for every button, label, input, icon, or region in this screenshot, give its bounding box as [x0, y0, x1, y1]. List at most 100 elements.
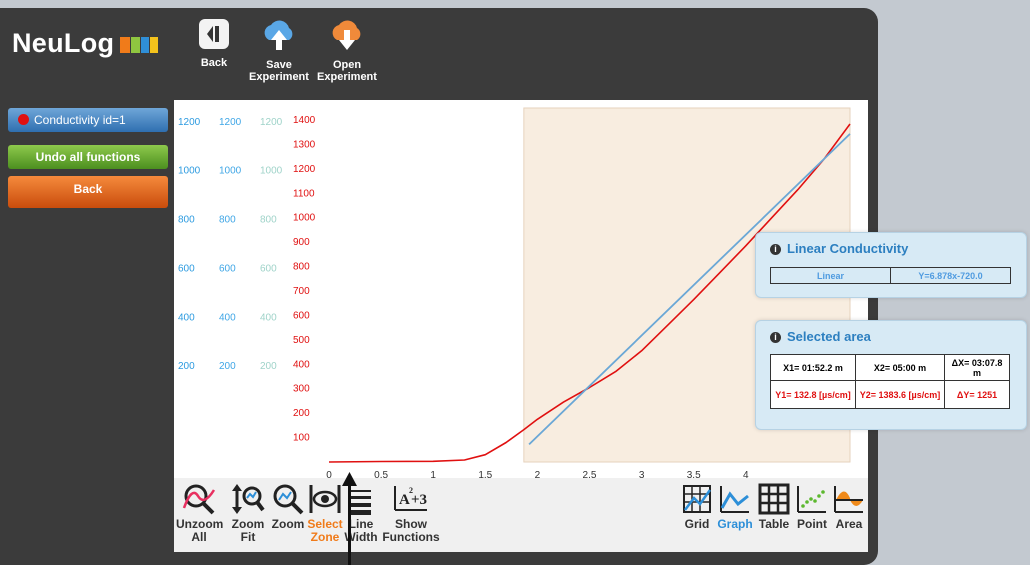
y-axis-blue-tick: 600 [178, 263, 195, 274]
fit-type-cell: Linear [770, 267, 891, 284]
area-button[interactable]: Area [832, 482, 866, 531]
point-label: Point [797, 517, 827, 531]
y-axis-green-tick: 400 [260, 312, 277, 323]
dy-cell: ΔY= 1251 [944, 380, 1010, 409]
cloud-download-icon [332, 20, 361, 50]
y-axis-red-tick: 600 [293, 310, 310, 321]
neulog-logo: NeuLog [12, 28, 159, 62]
y-axis-blue2-tick: 1200 [219, 117, 242, 128]
functions-icon: A2+3 [394, 486, 427, 511]
selected-box-title-text: Selected area [787, 329, 871, 344]
open-experiment-label: Open Experiment [317, 59, 377, 83]
unzoom-all-label: Unzoom All [176, 517, 224, 544]
sensor-label: Conductivity id=1 [34, 113, 126, 127]
sidebar-back-button[interactable]: Back [8, 176, 168, 208]
y-axis-green-tick: 1200 [260, 117, 283, 128]
dx-cell: ΔX= 03:07.8 m [944, 354, 1010, 381]
undo-label: Undo all functions [35, 150, 141, 164]
zoom-fit-button[interactable]: Zoom Fit [226, 482, 270, 544]
y-axis-red-tick: 400 [293, 359, 310, 370]
table-label: Table [758, 517, 790, 531]
fit-equation-cell: Y=6.878x-720.0 [890, 267, 1011, 284]
unzoom-all-icon [182, 484, 216, 515]
undo-all-functions-button[interactable]: Undo all functions [8, 145, 168, 169]
cloud-upload-icon [264, 20, 293, 50]
y-axis-red-tick: 700 [293, 286, 310, 297]
selected-area-table: X1= 01:52.2 m X2= 05:00 m ΔX= 03:07.8 m … [770, 354, 1010, 409]
y1-cell: Y1= 132.8 [µs/cm] [770, 380, 856, 409]
zoom-fit-icon [232, 484, 265, 514]
open-experiment-button[interactable]: Open Experiment [317, 18, 377, 83]
sensor-conductivity-button[interactable]: Conductivity id=1 [8, 108, 168, 132]
y-axis-red-tick: 200 [293, 408, 310, 419]
grid-label: Grid [684, 517, 710, 531]
linear-fit-table: Linear Y=6.878x-720.0 [770, 267, 1011, 284]
point-button[interactable]: Point [792, 482, 832, 531]
y-axis-red-tick: 1100 [293, 188, 315, 199]
save-experiment-button[interactable]: Save Experiment [247, 18, 311, 83]
zoom-button[interactable]: Zoom [270, 482, 306, 531]
y-axis-red-tick: 1400 [293, 115, 316, 126]
y-axis-blue-tick: 1000 [178, 166, 201, 177]
cursor-marker [348, 480, 351, 565]
y-axis-green-tick: 600 [260, 263, 277, 274]
y2-cell: Y2= 1383.6 [µs/cm] [855, 380, 945, 409]
zoom-label: Zoom [271, 517, 305, 531]
info-icon: i [770, 244, 781, 255]
svg-text:+3: +3 [411, 492, 427, 508]
graph-tools-bar: Unzoom All Zoom Fit Zoom Select Zone Lin… [174, 478, 868, 552]
back-icon [199, 19, 229, 49]
select-zone-label: Select Zone [307, 517, 343, 544]
y-axis-green-tick: 800 [260, 215, 277, 226]
area-label: Area [835, 517, 863, 531]
y-axis-red-tick: 1300 [293, 139, 316, 150]
x1-cell: X1= 01:52.2 m [770, 354, 856, 381]
y-axis-blue-tick: 1200 [178, 117, 201, 128]
info-icon: i [770, 332, 781, 343]
sensor-color-dot [18, 114, 29, 125]
eye-icon [309, 485, 341, 513]
y-axis-green-tick: 200 [260, 361, 277, 372]
y-axis-red-tick: 1200 [293, 164, 316, 175]
y-axis-blue2-tick: 600 [219, 263, 236, 274]
select-zone-button[interactable]: Select Zone [305, 482, 345, 544]
zoom-icon [273, 484, 304, 515]
y-axis-red-tick: 1000 [293, 213, 316, 224]
y-axis-green-tick: 1000 [260, 166, 283, 177]
show-functions-label: Show Functions [382, 517, 440, 544]
table-button[interactable]: Table [756, 482, 792, 531]
selected-area-box: i Selected area X1= 01:52.2 m X2= 05:00 m… [755, 320, 1027, 430]
y-axis-blue-tick: 200 [178, 361, 195, 372]
y-axis-blue2-tick: 200 [219, 361, 236, 372]
y-axis-blue2-tick: 1000 [219, 166, 242, 177]
linear-conductivity-box: i Linear Conductivity Linear Y=6.878x-720… [755, 232, 1027, 298]
y-axis-red-tick: 800 [293, 262, 310, 273]
grid-button[interactable]: Grid [680, 482, 714, 531]
y-axis-blue-tick: 800 [178, 215, 195, 226]
grid-icon [683, 485, 712, 513]
y-axis-red-tick: 100 [293, 433, 310, 444]
y-axis-red-tick: 500 [293, 335, 310, 346]
unzoom-all-button[interactable]: Unzoom All [176, 482, 224, 544]
y-axis-red-tick: 300 [293, 384, 310, 395]
x2-cell: X2= 05:00 m [855, 354, 945, 381]
y-axis-red-tick: 900 [293, 237, 310, 248]
logo-text: NeuLog [12, 28, 115, 58]
show-functions-button[interactable]: A 2 +3 Show Functions [380, 482, 442, 544]
cursor-arrow-icon [342, 472, 357, 486]
table-icon [758, 483, 790, 515]
zoom-fit-label: Zoom Fit [231, 517, 265, 544]
save-experiment-label: Save Experiment [249, 59, 309, 83]
back-toolbar-button[interactable]: Back [192, 18, 236, 69]
linear-box-title: i Linear Conductivity [756, 233, 1026, 256]
point-icon [797, 486, 826, 513]
area-icon [834, 486, 863, 513]
sidebar-back-label: Back [73, 182, 103, 196]
y-axis-blue-tick: 400 [178, 312, 195, 323]
graph-label: Graph [717, 517, 753, 531]
y-axis-blue2-tick: 800 [219, 215, 236, 226]
graph-button[interactable]: Graph [714, 482, 756, 531]
selected-box-title: i Selected area [756, 321, 1026, 344]
back-toolbar-label: Back [200, 57, 228, 69]
y-axis-blue2-tick: 400 [219, 312, 236, 323]
